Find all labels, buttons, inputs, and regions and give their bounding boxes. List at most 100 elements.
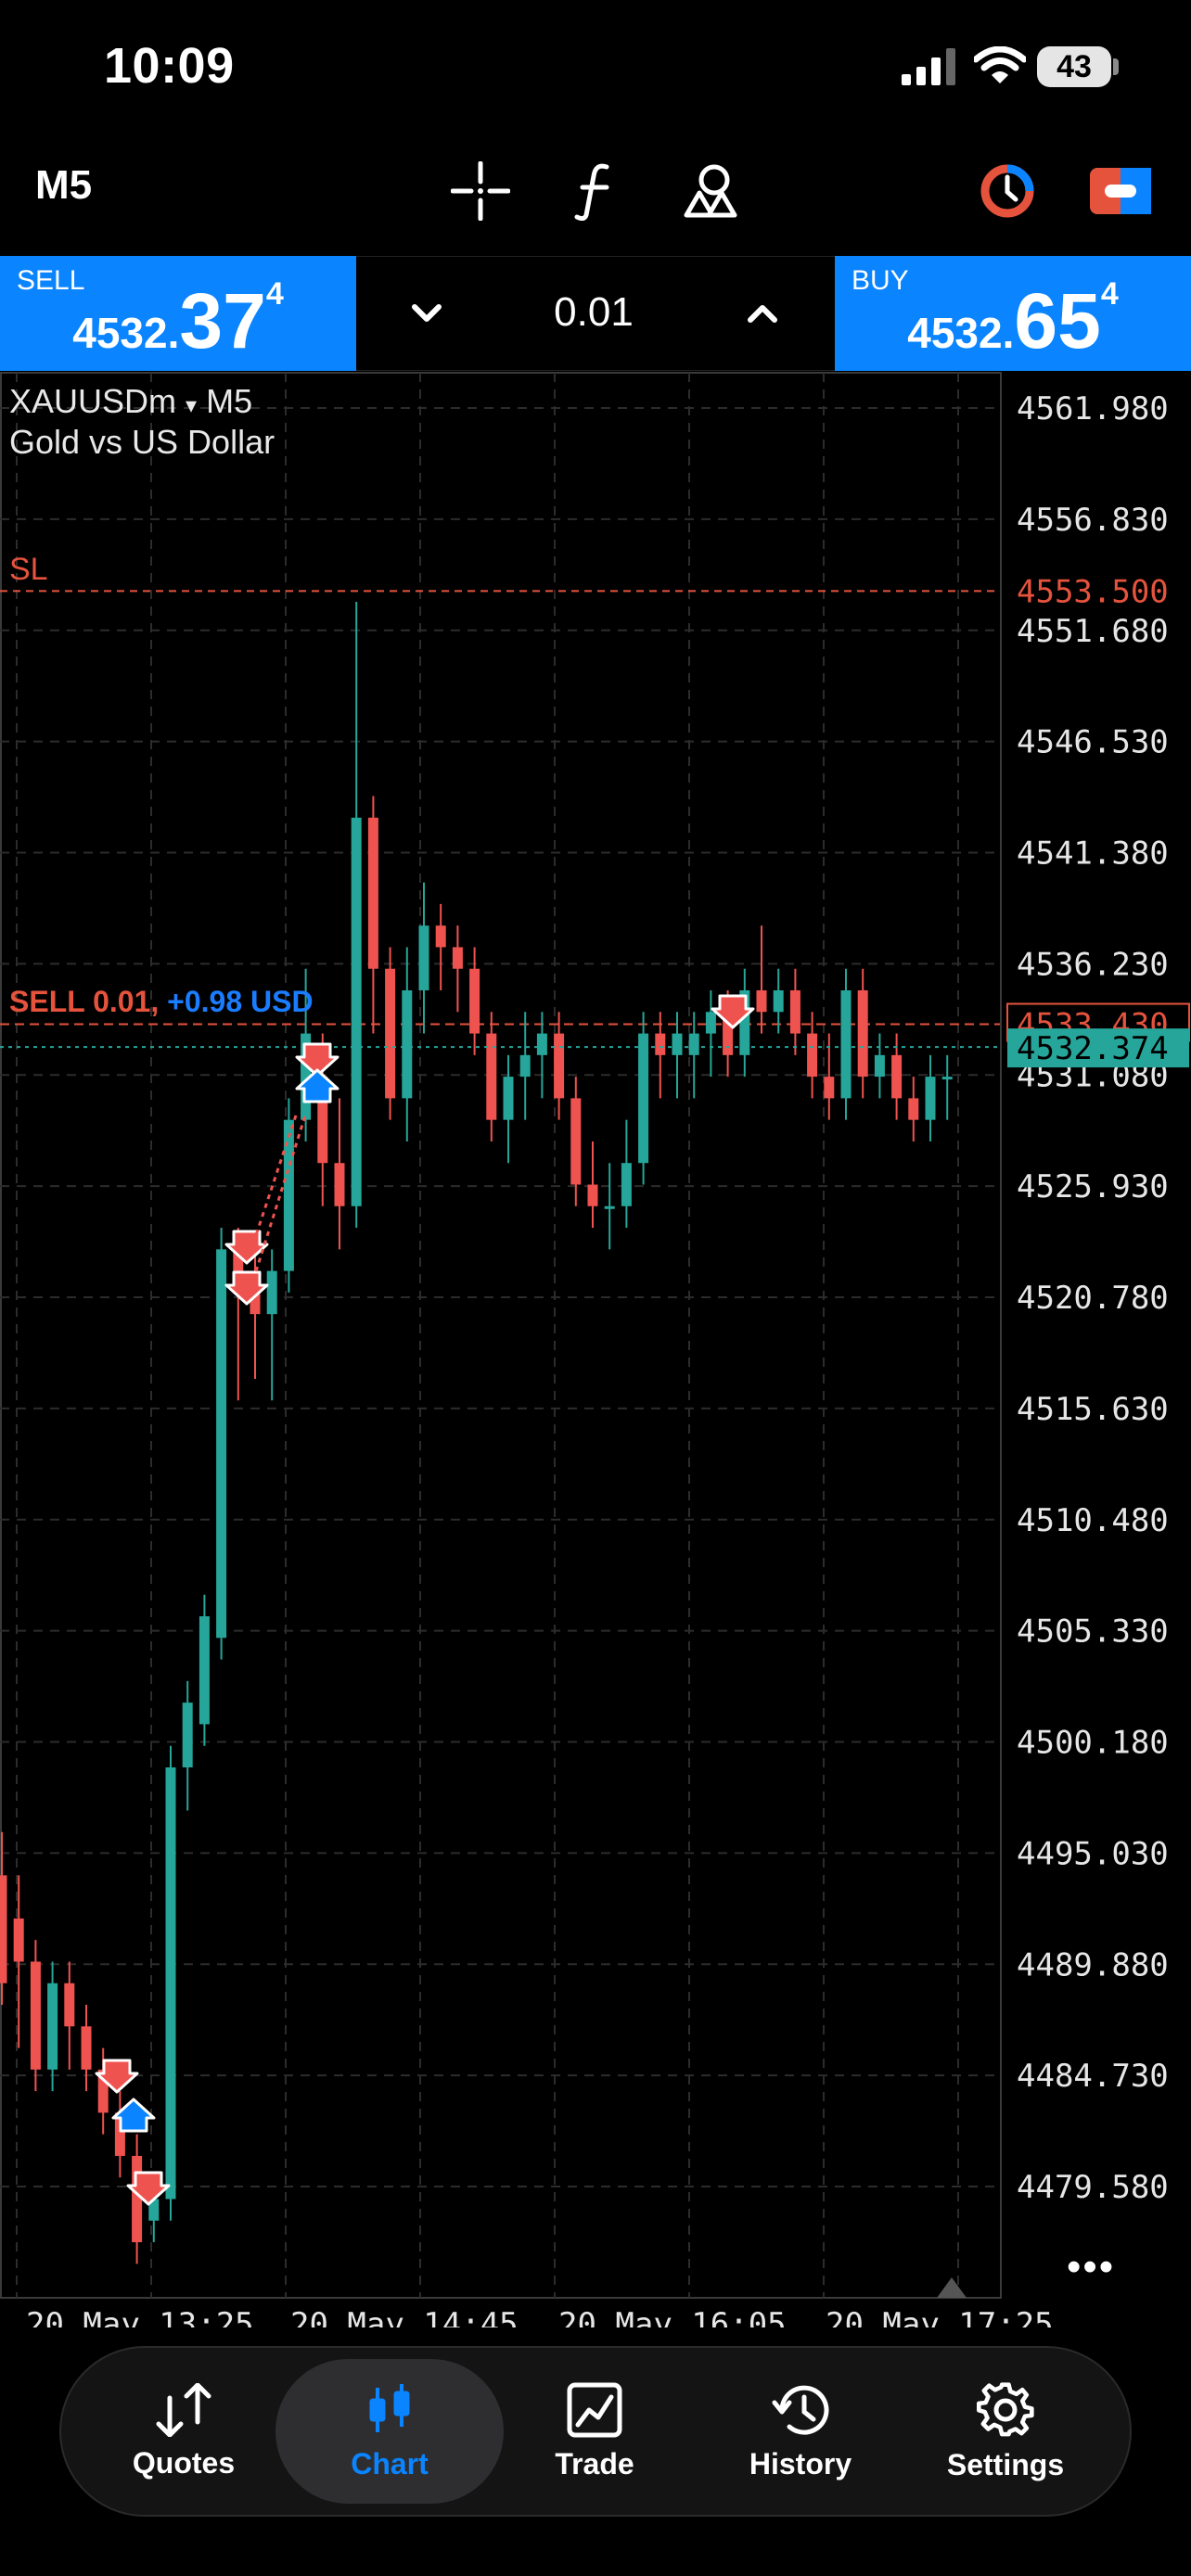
time-tick-label: 20 May 13:25 xyxy=(26,2306,254,2327)
stop-loss-label: SL xyxy=(9,552,48,587)
candle-body xyxy=(621,1163,632,1206)
candle-body xyxy=(0,1875,7,1983)
price-tick-label: 4505.330 xyxy=(1017,1613,1169,1651)
history-icon xyxy=(772,2385,829,2435)
bid-price: 4532.374 xyxy=(1017,1030,1169,1067)
candle-body xyxy=(773,990,784,1013)
time-tick-label: 20 May 16:05 xyxy=(558,2306,787,2327)
cellular-signal-icon xyxy=(902,48,955,85)
price-tick-label: 4556.830 xyxy=(1017,502,1169,539)
price-tick-label: 4546.530 xyxy=(1017,724,1169,761)
scroll-marker-icon xyxy=(937,2277,967,2298)
price-tick-label: 4520.780 xyxy=(1017,1280,1169,1317)
chart-mode-icon[interactable] xyxy=(1083,158,1158,224)
candle-body xyxy=(64,1983,75,2027)
price-tick-label: 4561.980 xyxy=(1017,390,1169,427)
nav-quotes-label: Quotes xyxy=(132,2445,236,2480)
candle-body xyxy=(705,1012,716,1034)
candle-body xyxy=(182,1702,193,1767)
candle-body xyxy=(840,990,852,1099)
nav-trade[interactable]: Trade xyxy=(502,2359,687,2504)
candle-body xyxy=(30,1961,41,2070)
candle-body xyxy=(756,990,767,1013)
nav-trade-label: Trade xyxy=(555,2446,634,2480)
candle-body xyxy=(789,990,800,1034)
candle-body xyxy=(638,1033,649,1164)
candle-body xyxy=(688,1033,699,1055)
timeframe-button[interactable]: M5 xyxy=(35,162,92,209)
nav-settings-label: Settings xyxy=(946,2447,1065,2481)
nav-settings[interactable]: Settings xyxy=(913,2359,1098,2504)
sell-price: 4532.374 xyxy=(72,276,284,364)
nav-history[interactable]: History xyxy=(708,2359,893,2504)
status-time: 10:09 xyxy=(104,38,235,94)
candle-body xyxy=(941,1077,953,1080)
candle-body xyxy=(351,817,362,1206)
price-tick-label: 4500.180 xyxy=(1017,1725,1169,1762)
volume-increase-button[interactable] xyxy=(725,274,800,352)
nav-quotes[interactable]: Quotes xyxy=(91,2359,276,2504)
candle-body xyxy=(519,1054,531,1078)
wifi-icon xyxy=(974,46,1026,83)
candle-body xyxy=(418,925,429,991)
nav-history-label: History xyxy=(749,2446,852,2480)
candle-body xyxy=(570,1098,582,1185)
symbol-label[interactable]: XAUUSDm ▾ M5 xyxy=(9,382,252,421)
nav-chart[interactable]: Chart xyxy=(275,2359,504,2504)
candle-body xyxy=(334,1163,345,1206)
crosshair-icon[interactable] xyxy=(443,158,518,224)
candle-body xyxy=(165,1766,176,2200)
sell-marker-arrow xyxy=(224,1270,269,1306)
volume-input[interactable]: 0.01 xyxy=(482,289,705,336)
chevron-up-icon xyxy=(748,305,777,323)
candle-body xyxy=(554,1033,565,1099)
candle-body xyxy=(132,2155,143,2243)
price-tick-label: 4484.730 xyxy=(1017,2058,1169,2095)
candle-body xyxy=(824,1077,835,1099)
candle-body xyxy=(266,1270,277,1315)
objects-icon[interactable] xyxy=(673,158,748,224)
candle-body xyxy=(198,1616,210,1725)
candle-body xyxy=(857,990,868,1078)
gear-icon xyxy=(977,2381,1034,2436)
candle-body xyxy=(469,968,480,1034)
candle-body xyxy=(402,990,413,1099)
price-tick-label: 4525.930 xyxy=(1017,1168,1169,1205)
candle-body xyxy=(81,2026,92,2070)
symbol-description: Gold vs US Dollar xyxy=(9,423,275,461)
buy-button[interactable]: BUY 4532.654 xyxy=(835,256,1191,371)
candle-body xyxy=(47,1983,58,2070)
more-icon[interactable]: ••• xyxy=(1067,2244,1115,2290)
candle-body xyxy=(604,1205,615,1209)
nav-chart-label: Chart xyxy=(351,2446,429,2480)
price-tick-label: 4515.630 xyxy=(1017,1391,1169,1428)
stop-loss-price: 4553.500 xyxy=(1017,573,1169,610)
price-tick-label: 4541.380 xyxy=(1017,835,1169,873)
price-tick-label: 4489.880 xyxy=(1017,1946,1169,1983)
chevron-down-icon xyxy=(412,304,442,322)
volume-decrease-button[interactable] xyxy=(390,274,464,352)
candle-body xyxy=(925,1077,936,1120)
indicators-icon[interactable] xyxy=(558,158,633,224)
candle-body xyxy=(908,1098,919,1120)
price-tick-label: 4536.230 xyxy=(1017,946,1169,983)
candles-icon xyxy=(369,2383,410,2432)
battery-tip xyxy=(1113,58,1119,75)
price-tick-label: 4510.480 xyxy=(1017,1502,1169,1539)
candle-body xyxy=(807,1033,818,1078)
candle-body xyxy=(13,1918,24,1962)
candle-body xyxy=(672,1033,683,1055)
price-chart[interactable]: 4561.980 4556.830 4551.680 4546.530 4541.380… xyxy=(0,371,1191,2327)
candle-body xyxy=(503,1077,514,1120)
price-tick-label: 4551.680 xyxy=(1017,613,1169,650)
candle-body xyxy=(385,968,396,1099)
candle-body xyxy=(891,1054,903,1099)
candle-body xyxy=(367,817,378,969)
candle-body xyxy=(536,1033,547,1055)
candle-body xyxy=(874,1054,885,1078)
candle-body xyxy=(283,1119,294,1271)
one-click-trading-icon[interactable] xyxy=(970,158,1044,224)
position-label[interactable]: SELL 0.01, +0.98 USD xyxy=(9,985,314,1019)
sell-button[interactable]: SELL 4532.374 xyxy=(0,256,356,371)
time-tick-label: 20 May 17:25 xyxy=(826,2306,1054,2327)
